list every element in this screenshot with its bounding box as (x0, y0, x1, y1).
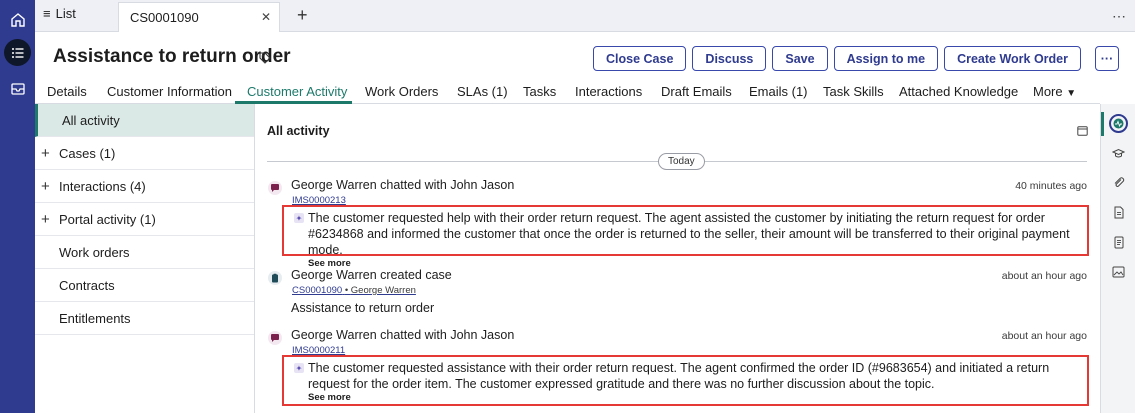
activity-filter-sidebar: All activity + Cases (1) + Interactions … (35, 104, 255, 413)
image-icon[interactable] (1111, 264, 1126, 279)
tab-record-label: CS0001090 (130, 10, 199, 25)
tab-tasks[interactable]: Tasks (523, 84, 556, 99)
sidebar-item-interactions[interactable]: + Interactions (4) (35, 170, 254, 203)
notes-icon[interactable] (1111, 235, 1126, 250)
tab-task-skills[interactable]: Task Skills (823, 84, 884, 99)
expand-icon[interactable]: + (41, 145, 57, 162)
tab-work-orders[interactable]: Work Orders (365, 84, 438, 99)
tab-interactions[interactable]: Interactions (575, 84, 642, 99)
today-badge: Today (658, 153, 705, 170)
more-actions-button[interactable]: ··· (1095, 46, 1119, 71)
active-rail-indicator (1101, 112, 1104, 136)
contextual-side-panel-rail (1100, 104, 1135, 413)
section-title: All activity (267, 124, 330, 138)
tab-record[interactable]: CS0001090 ✕ (118, 2, 280, 32)
tab-attached-knowledge[interactable]: Attached Knowledge (899, 84, 1018, 99)
sidebar-item-cases[interactable]: + Cases (1) (35, 137, 254, 170)
close-case-button[interactable]: Close Case (593, 46, 687, 71)
expand-icon[interactable]: + (41, 178, 57, 195)
tab-list-label: List (55, 6, 76, 21)
tab-slas[interactable]: SLAs (1) (457, 84, 508, 99)
close-icon[interactable]: ✕ (261, 10, 271, 24)
record-tabs: Details Customer Information Customer Ac… (35, 80, 1100, 104)
summary-text: The customer requested help with their o… (308, 211, 1070, 257)
sidebar-item-work-orders[interactable]: Work orders (35, 236, 254, 269)
caret-down-icon: ▼ (1066, 88, 1077, 99)
record-header: Assistance to return order Close Case Di… (35, 32, 1135, 82)
summary-text: The customer requested assistance with t… (308, 361, 1050, 391)
tab-details[interactable]: Details (47, 84, 87, 99)
expand-icon[interactable]: + (41, 211, 57, 228)
inbox-icon[interactable] (4, 74, 31, 101)
sidebar-item-label: Interactions (4) (59, 178, 146, 194)
discuss-button[interactable]: Discuss (692, 46, 767, 71)
chat-icon (268, 181, 282, 195)
action-bar: Close Case Discuss Save Assign to me Cre… (593, 46, 1119, 71)
created-by: George Warren (350, 285, 416, 296)
add-tab-icon[interactable]: + (297, 5, 308, 25)
ai-summary-box: ✦ The customer requested help with their… (282, 205, 1089, 269)
activity-headline: George Warren chatted with John Jason (291, 178, 515, 192)
ai-summary-icon: ✦ (294, 363, 304, 373)
document-icon[interactable] (1111, 205, 1126, 220)
sidebar-item-label: Contracts (59, 277, 115, 293)
save-button[interactable]: Save (772, 46, 828, 71)
sidebar-item-label: Entitlements (59, 310, 131, 326)
tab-emails[interactable]: Emails (1) (749, 84, 808, 99)
case-short-description: Assistance to return order (291, 301, 435, 315)
graduation-cap-icon[interactable] (1111, 146, 1126, 161)
list-icon: ≡ (43, 6, 51, 21)
sidebar-item-portal-activity[interactable]: + Portal activity (1) (35, 203, 254, 236)
tag-icon[interactable] (259, 52, 271, 67)
tab-customer-activity[interactable]: Customer Activity (247, 84, 347, 99)
tab-more-label: More (1033, 84, 1063, 99)
calendar-icon[interactable] (1077, 124, 1088, 139)
activity-headline: George Warren created case (291, 268, 452, 282)
case-icon (268, 271, 282, 285)
chat-icon (268, 331, 282, 345)
activity-stream: All activity Today George Warren chatted… (255, 104, 1100, 413)
activity-time: about an hour ago (1001, 330, 1087, 342)
see-more-link[interactable]: See more (294, 392, 1082, 403)
ai-summary-box: ✦ The customer requested assistance with… (282, 355, 1089, 406)
workspace-tab-bar: ≡ List CS0001090 ✕ + ⋯ (35, 0, 1135, 32)
sidebar-item-label: Work orders (59, 244, 130, 260)
tab-draft-emails[interactable]: Draft Emails (661, 84, 732, 99)
case-link: CS0001090 • George Warren (292, 285, 416, 296)
app-rail (0, 0, 35, 413)
sidebar-item-label: All activity (62, 112, 120, 128)
sidebar-item-label: Portal activity (1) (59, 211, 156, 227)
sidebar-item-all-activity[interactable]: All activity (35, 104, 254, 137)
sidebar-item-contracts[interactable]: Contracts (35, 269, 254, 302)
tab-list[interactable]: ≡ List (43, 6, 76, 21)
activity-time: about an hour ago (1001, 270, 1087, 282)
assign-to-me-button[interactable]: Assign to me (833, 46, 939, 71)
case-link-label[interactable]: CS0001090 (292, 285, 342, 296)
overflow-menu-icon[interactable]: ⋯ (1112, 8, 1127, 25)
sidebar-item-label: Cases (1) (59, 145, 116, 161)
tab-more[interactable]: More ▼ (1033, 84, 1076, 99)
page-title: Assistance to return order (53, 46, 291, 67)
paperclip-icon[interactable] (1111, 175, 1126, 190)
ai-summary-icon: ✦ (294, 213, 304, 223)
tab-customer-information[interactable]: Customer Information (107, 84, 232, 99)
activity-icon[interactable] (1109, 114, 1128, 133)
activity-headline: George Warren chatted with John Jason (291, 328, 515, 342)
create-work-order-button[interactable]: Create Work Order (944, 46, 1081, 71)
list-icon[interactable] (4, 39, 31, 66)
home-icon[interactable] (4, 6, 31, 33)
sidebar-item-entitlements[interactable]: Entitlements (35, 302, 254, 335)
activity-time: 40 minutes ago (1015, 180, 1087, 192)
